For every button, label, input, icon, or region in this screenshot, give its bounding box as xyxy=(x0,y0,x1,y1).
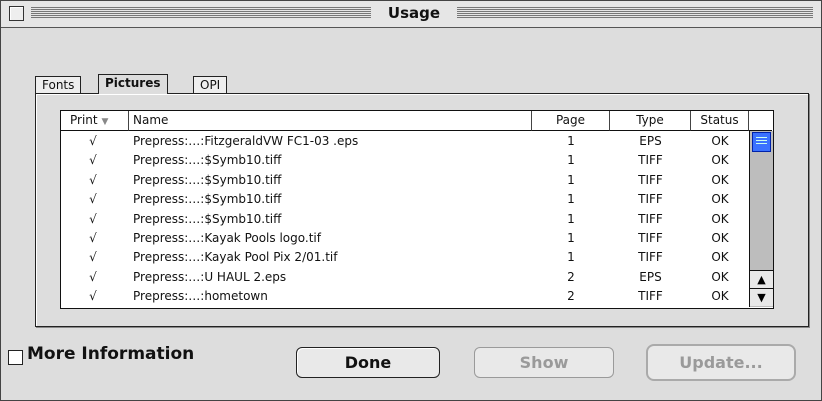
file-type: TIFF xyxy=(638,172,663,187)
scroll-up-arrow-icon[interactable]: ▲ xyxy=(750,270,773,288)
title-bar[interactable]: Usage xyxy=(1,1,821,28)
page-number: 1 xyxy=(567,134,575,148)
print-checkmark: √ xyxy=(89,211,97,226)
print-checkmark: √ xyxy=(89,269,97,284)
title-bar-stripes-left xyxy=(31,7,371,19)
vertical-scrollbar[interactable]: ▲ ▼ xyxy=(749,131,773,307)
column-header-print[interactable]: Print ▼ xyxy=(61,111,129,131)
column-header-corner xyxy=(749,111,772,131)
file-type: TIFF xyxy=(638,289,663,304)
file-name: Prepress:…:U HAUL 2.eps xyxy=(133,269,287,284)
table-row[interactable]: √ Prepress:…:$Symb10.tiff 1 TIFF OK xyxy=(61,191,749,207)
title-bar-stripes-right xyxy=(457,7,813,19)
file-status: OK xyxy=(711,134,729,148)
scroll-down-arrow-icon[interactable]: ▼ xyxy=(750,288,773,306)
page-number: 2 xyxy=(567,269,575,284)
tab-pictures[interactable]: Pictures xyxy=(98,74,168,94)
table-row[interactable]: √ Prepress:…:Kayak Pool Pix 2/01.tif 1 TIFF… xyxy=(61,249,749,265)
column-header-name[interactable]: Name xyxy=(129,111,532,131)
window-title: Usage xyxy=(377,4,451,22)
file-status: OK xyxy=(711,211,729,226)
column-header-type[interactable]: Type xyxy=(610,111,691,131)
file-name: Prepress:…:FitzgeraldVW FC1-03 .eps xyxy=(133,134,359,148)
more-information-checkbox[interactable] xyxy=(8,350,23,365)
sort-chevron-down-icon: ▼ xyxy=(101,117,109,127)
print-checkmark: √ xyxy=(89,172,97,187)
page-number: 1 xyxy=(567,250,575,265)
print-checkmark: √ xyxy=(89,134,97,148)
page-number: 1 xyxy=(567,231,575,245)
file-status: OK xyxy=(711,269,729,284)
print-checkmark: √ xyxy=(89,289,97,304)
column-header-print-label: Print xyxy=(70,113,98,127)
file-status: OK xyxy=(711,172,729,187)
page-number: 1 xyxy=(567,192,575,207)
table-row[interactable]: √ Prepress:…:FitzgeraldVW FC1-03 .eps 1 EPS… xyxy=(61,133,749,149)
print-checkmark: √ xyxy=(89,192,97,207)
file-status: OK xyxy=(711,231,729,245)
page-number: 1 xyxy=(567,211,575,226)
table-row[interactable]: √ Prepress:…:U HAUL 2.eps 2 EPS OK xyxy=(61,269,749,285)
done-button[interactable]: Done xyxy=(296,347,440,378)
file-name: Prepress:…:$Symb10.tiff xyxy=(133,211,282,226)
file-type: TIFF xyxy=(638,250,663,265)
file-name: Prepress:…:Kayak Pools logo.tif xyxy=(133,231,321,245)
print-checkmark: √ xyxy=(89,250,97,265)
file-type: EPS xyxy=(639,269,662,284)
table-row[interactable]: √ Prepress:…:hometown 2 TIFF OK xyxy=(61,288,749,304)
print-checkmark: √ xyxy=(89,153,97,168)
update-button[interactable]: Update... xyxy=(646,344,796,381)
table-row[interactable]: √ Prepress:…:$Symb10.tiff 1 TIFF OK xyxy=(61,152,749,168)
file-name: Prepress:…:Kayak Pool Pix 2/01.tif xyxy=(133,250,338,265)
scroll-thumb[interactable] xyxy=(752,132,771,152)
file-type: TIFF xyxy=(638,153,663,168)
more-information-label[interactable]: More Information xyxy=(27,344,194,364)
usage-table[interactable]: Print ▼ Name Page Type Status √ Prepress:… xyxy=(60,110,774,309)
page-number: 1 xyxy=(567,153,575,168)
table-row[interactable]: √ Prepress:…:$Symb10.tiff 1 TIFF OK xyxy=(61,211,749,227)
file-status: OK xyxy=(711,153,729,168)
tab-fonts[interactable]: Fonts xyxy=(35,76,82,94)
file-name: Prepress:…:$Symb10.tiff xyxy=(133,153,282,168)
print-checkmark: √ xyxy=(89,231,97,245)
column-header-page[interactable]: Page xyxy=(532,111,610,131)
file-status: OK xyxy=(711,289,729,304)
tab-opi[interactable]: OPI xyxy=(193,76,228,94)
page-number: 2 xyxy=(567,289,575,304)
file-type: TIFF xyxy=(638,192,663,207)
table-row[interactable]: √ Prepress:…:Kayak Pools logo.tif 1 TIFF OK xyxy=(61,230,749,246)
file-name: Prepress:…:$Symb10.tiff xyxy=(133,172,282,187)
file-name: Prepress:…:hometown xyxy=(133,289,268,304)
file-status: OK xyxy=(711,192,729,207)
file-type: EPS xyxy=(639,134,662,148)
file-name: Prepress:…:$Symb10.tiff xyxy=(133,192,282,207)
column-header-status[interactable]: Status xyxy=(691,111,749,131)
close-box-icon[interactable] xyxy=(9,6,24,21)
page-number: 1 xyxy=(567,172,575,187)
table-row[interactable]: √ Prepress:…:$Symb10.tiff 1 TIFF OK xyxy=(61,172,749,188)
file-type: TIFF xyxy=(638,211,663,226)
file-type: TIFF xyxy=(638,231,663,245)
file-status: OK xyxy=(711,250,729,265)
show-button[interactable]: Show xyxy=(474,347,614,378)
